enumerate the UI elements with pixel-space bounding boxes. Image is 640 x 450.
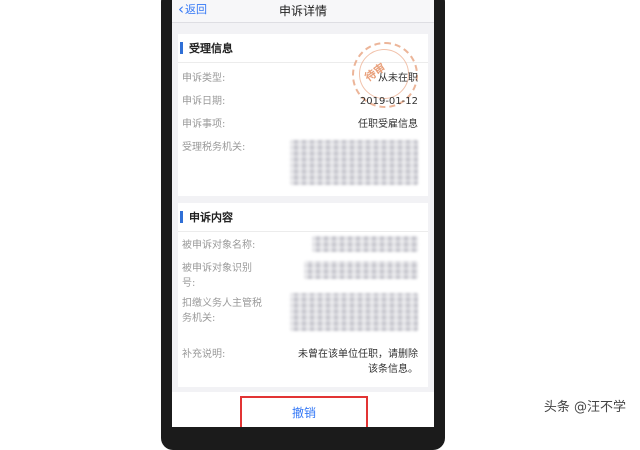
redacted-respondent-id	[304, 261, 418, 279]
redacted-respondent-name	[312, 236, 418, 252]
page-title: 申诉详情	[278, 4, 327, 18]
section-bar	[180, 42, 183, 54]
redacted-tax-authority	[290, 140, 418, 185]
footer-bar: 撤销	[172, 392, 434, 427]
appeal-type-label: 申诉类型:	[182, 73, 226, 84]
appeal-matter-value: 任职受雇信息	[358, 119, 418, 130]
appeal-date-label: 申诉日期:	[182, 96, 226, 107]
supplement-value-line2: 该条信息。	[368, 364, 418, 375]
redacted-withholding-authority	[290, 293, 418, 331]
appeal-content-card: 申诉内容 被申诉对象名称: 被申诉对象识别 号: 扣缴义务人主管税 务机关: 补…	[178, 203, 428, 387]
acceptance-info-card: 受理信息 待审 申诉类型: 从未在职 申诉日期: 2019-01-12 申诉事项…	[178, 34, 428, 196]
supplement-value-line1: 未曾在该单位任职，请删除	[298, 349, 418, 360]
supplement-label: 补充说明:	[182, 349, 226, 360]
section-bar	[180, 211, 183, 223]
respondent-name-label: 被申诉对象名称:	[182, 240, 256, 251]
withholding-authority-label-line1: 扣缴义务人主管税	[182, 298, 262, 309]
cancel-appeal-button[interactable]: 撤销	[240, 396, 368, 427]
withholding-authority-label-line2: 务机关:	[182, 313, 216, 324]
section-title: 申诉内容	[189, 211, 233, 224]
section-title: 受理信息	[189, 42, 233, 55]
navigation-bar: ‹ 返回 申诉详情	[172, 0, 434, 23]
appeal-date-value: 2019-01-12	[359, 96, 418, 107]
appeal-type-value: 从未在职	[378, 73, 418, 84]
app-screen: ‹ 返回 申诉详情 受理信息 待审 申诉类型: 从未在职 申诉日期: 2019-…	[172, 0, 434, 427]
appeal-matter-label: 申诉事项:	[182, 119, 226, 130]
section-header: 申诉内容	[178, 203, 428, 232]
respondent-id-label-line2: 号:	[182, 278, 196, 289]
respondent-id-label-line1: 被申诉对象识别	[182, 263, 252, 274]
watermark-text: 头条 @汪不学	[543, 400, 626, 415]
tax-authority-label: 受理税务机关:	[182, 142, 246, 153]
